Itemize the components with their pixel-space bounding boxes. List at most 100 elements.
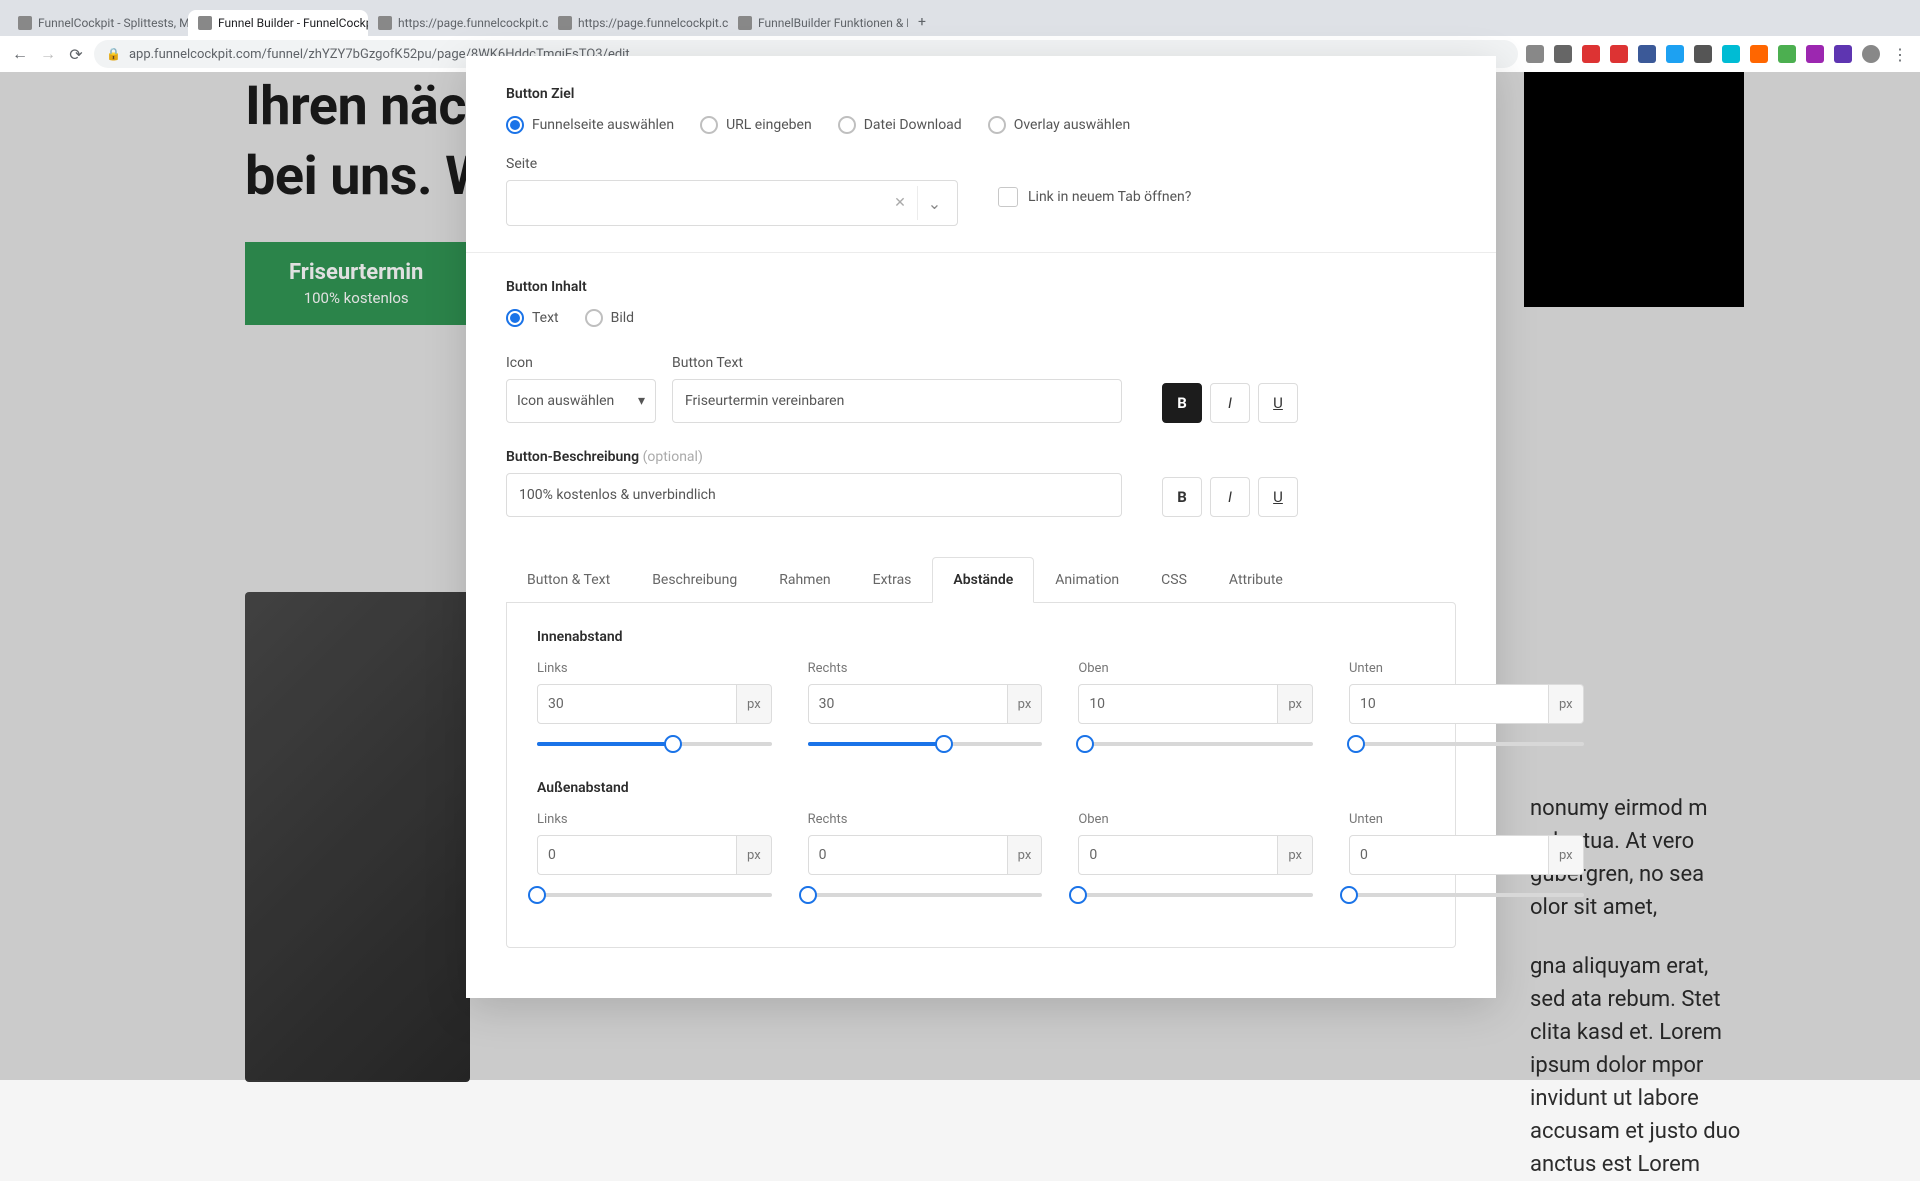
button-inhalt-label: Button Inhalt xyxy=(506,279,1456,295)
ext-icon[interactable] xyxy=(1554,45,1572,63)
outer-oben-slider[interactable] xyxy=(1078,883,1313,907)
favicon xyxy=(18,16,32,30)
tab-extras[interactable]: Extras xyxy=(852,557,933,603)
inhalt-option-bild[interactable]: Bild xyxy=(585,309,634,327)
inner-unten-slider[interactable] xyxy=(1349,732,1584,756)
slider-thumb[interactable] xyxy=(1347,735,1365,753)
browser-tab-3[interactable]: https://page.funnelcockpit.co✕ xyxy=(548,10,728,36)
tab-beschreibung[interactable]: Beschreibung xyxy=(631,557,758,603)
button-ziel-radiogroup: Funnelseite auswählen URL eingeben Datei… xyxy=(506,116,1456,134)
slider-thumb[interactable] xyxy=(799,886,817,904)
outer-spacing-title: Außenabstand xyxy=(537,780,1425,796)
slider-thumb[interactable] xyxy=(528,886,546,904)
underline-button[interactable]: U xyxy=(1258,477,1298,517)
tab-title: https://page.funnelcockpit.co xyxy=(578,16,728,30)
slider-thumb[interactable] xyxy=(1069,886,1087,904)
slider-thumb[interactable] xyxy=(1340,886,1358,904)
radio-icon xyxy=(838,116,856,134)
tab-strip: FunnelCockpit - Splittests, Ma✕ Funnel B… xyxy=(0,0,1920,36)
outer-oben-input[interactable] xyxy=(1078,835,1278,875)
ext-icon[interactable] xyxy=(1582,45,1600,63)
ziel-option-funnelseite[interactable]: Funnelseite auswählen xyxy=(506,116,674,134)
profile-avatar[interactable] xyxy=(1862,45,1880,63)
outer-links-input[interactable] xyxy=(537,835,737,875)
clear-icon[interactable]: ✕ xyxy=(883,186,917,220)
button-text-input[interactable] xyxy=(672,379,1122,423)
inner-unten-input[interactable] xyxy=(1349,684,1549,724)
unit-label: px xyxy=(737,835,772,875)
tab-content: Innenabstand Links px Rechts px Oben px … xyxy=(506,602,1456,948)
bold-button[interactable]: B xyxy=(1162,477,1202,517)
radio-icon xyxy=(700,116,718,134)
unit-label: px xyxy=(737,684,772,724)
forward-button[interactable]: → xyxy=(38,44,58,64)
seite-select[interactable]: ✕ ⌄ xyxy=(506,180,958,226)
sp-label: Oben xyxy=(1078,661,1313,676)
italic-button[interactable]: I xyxy=(1210,477,1250,517)
outer-unten-input[interactable] xyxy=(1349,835,1549,875)
unit-label: px xyxy=(1008,684,1043,724)
browser-tab-2[interactable]: https://page.funnelcockpit.co✕ xyxy=(368,10,548,36)
outer-unten-col: Unten px xyxy=(1349,812,1584,907)
outer-rechts-input[interactable] xyxy=(808,835,1008,875)
inhalt-option-text[interactable]: Text xyxy=(506,309,559,327)
tab-attribute[interactable]: Attribute xyxy=(1208,557,1304,603)
ziel-option-download[interactable]: Datei Download xyxy=(838,116,962,134)
button-settings-panel: Button Ziel Funnelseite auswählen URL ei… xyxy=(466,56,1496,998)
tab-title: Funnel Builder - FunnelCockpit xyxy=(218,16,368,30)
radio-label: Text xyxy=(532,310,559,326)
ext-icon[interactable] xyxy=(1722,45,1740,63)
inner-rechts-input[interactable] xyxy=(808,684,1008,724)
ext-icon[interactable] xyxy=(1806,45,1824,63)
tab-abstaende[interactable]: Abstände xyxy=(932,557,1034,603)
tab-css[interactable]: CSS xyxy=(1140,557,1208,603)
slider-thumb[interactable] xyxy=(664,735,682,753)
ext-icon[interactable] xyxy=(1778,45,1796,63)
radio-icon xyxy=(506,309,524,327)
kebab-menu[interactable]: ⋮ xyxy=(1890,44,1910,64)
ext-icon[interactable] xyxy=(1750,45,1768,63)
ziel-option-overlay[interactable]: Overlay auswählen xyxy=(988,116,1130,134)
outer-links-slider[interactable] xyxy=(537,883,772,907)
radio-icon xyxy=(506,116,524,134)
ext-icon[interactable] xyxy=(1526,45,1544,63)
browser-tab-1[interactable]: Funnel Builder - FunnelCockpit✕ xyxy=(188,10,368,36)
favicon xyxy=(198,16,212,30)
outer-rechts-slider[interactable] xyxy=(808,883,1043,907)
underline-button[interactable]: U xyxy=(1258,383,1298,423)
ziel-option-url[interactable]: URL eingeben xyxy=(700,116,812,134)
radio-label: Overlay auswählen xyxy=(1014,117,1130,133)
outer-unten-slider[interactable] xyxy=(1349,883,1584,907)
browser-tab-4[interactable]: FunnelBuilder Funktionen & E✕ xyxy=(728,10,908,36)
bold-button[interactable]: B xyxy=(1162,383,1202,423)
italic-button[interactable]: I xyxy=(1210,383,1250,423)
ext-icon[interactable] xyxy=(1834,45,1852,63)
sp-label: Links xyxy=(537,812,772,827)
icon-select[interactable]: Icon auswählen ▾ xyxy=(506,379,656,423)
desc-input[interactable] xyxy=(506,473,1122,517)
slider-thumb[interactable] xyxy=(1076,735,1094,753)
slider-thumb[interactable] xyxy=(935,735,953,753)
inner-oben-slider[interactable] xyxy=(1078,732,1313,756)
button-inhalt-radiogroup: Text Bild xyxy=(506,309,1456,327)
back-button[interactable]: ← xyxy=(10,44,30,64)
tab-rahmen[interactable]: Rahmen xyxy=(758,557,851,603)
browser-tab-0[interactable]: FunnelCockpit - Splittests, Ma✕ xyxy=(8,10,188,36)
tab-animation[interactable]: Animation xyxy=(1034,557,1140,603)
tab-button-text[interactable]: Button & Text xyxy=(506,557,631,603)
inner-links-input[interactable] xyxy=(537,684,737,724)
inner-spacing-title: Innenabstand xyxy=(537,629,1425,645)
new-tab-button[interactable]: + xyxy=(908,8,936,36)
ext-icon[interactable] xyxy=(1666,45,1684,63)
new-tab-checkbox[interactable] xyxy=(998,187,1018,207)
ext-icon[interactable] xyxy=(1638,45,1656,63)
chevron-down-icon[interactable]: ⌄ xyxy=(917,186,951,220)
inner-oben-input[interactable] xyxy=(1078,684,1278,724)
ext-icon[interactable] xyxy=(1694,45,1712,63)
ext-icon[interactable] xyxy=(1610,45,1628,63)
unit-label: px xyxy=(1008,835,1043,875)
inner-rechts-slider[interactable] xyxy=(808,732,1043,756)
inner-links-slider[interactable] xyxy=(537,732,772,756)
reload-button[interactable]: ⟳ xyxy=(66,44,86,64)
icon-label: Icon xyxy=(506,355,656,371)
